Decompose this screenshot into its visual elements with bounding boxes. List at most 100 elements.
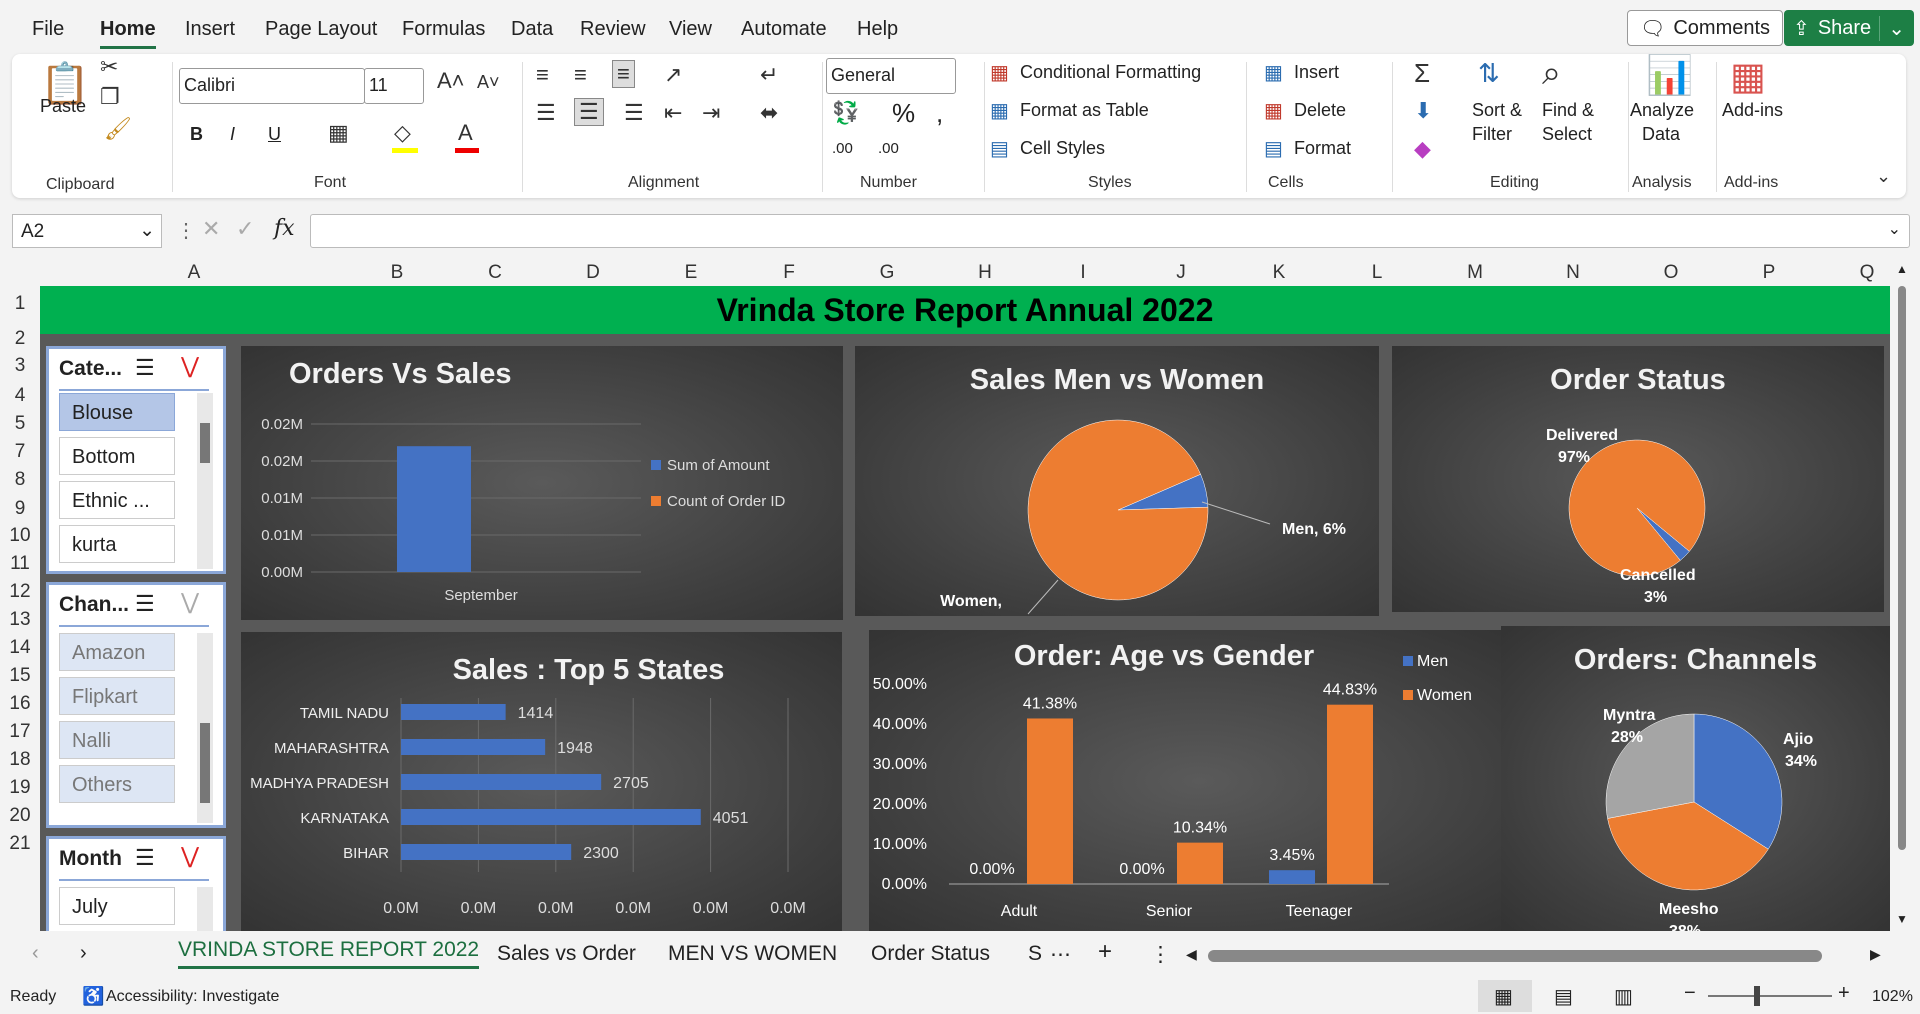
- accounting-format-icon[interactable]: 💱: [832, 100, 859, 126]
- vertical-scroll-thumb[interactable]: [1898, 286, 1906, 850]
- bold-button[interactable]: B: [190, 124, 203, 145]
- fill-icon[interactable]: ⬇: [1414, 98, 1432, 124]
- sort-filter-label-2[interactable]: Filter: [1472, 124, 1512, 145]
- column-header-N[interactable]: N: [1563, 260, 1583, 286]
- insert-function-button[interactable]: fx: [274, 216, 295, 241]
- comma-style-button[interactable]: ,: [936, 98, 943, 129]
- menu-automate[interactable]: Automate: [741, 18, 827, 41]
- clear-filter-icon[interactable]: ⋁: [181, 353, 199, 379]
- font-name-combo[interactable]: Calibri: [179, 68, 365, 104]
- align-middle-icon[interactable]: ≡: [574, 62, 587, 88]
- column-header-F[interactable]: F: [779, 260, 799, 286]
- column-header-P[interactable]: P: [1759, 260, 1779, 286]
- slicer-scrollbar[interactable]: [197, 393, 213, 569]
- slicer-item-amazon[interactable]: Amazon: [59, 633, 175, 671]
- order-status-chart[interactable]: Order Status Delivered 97% Cancelled 3%: [1392, 346, 1884, 612]
- borders-icon[interactable]: ▦: [328, 120, 349, 146]
- top-5-states-chart[interactable]: Sales : Top 5 States 0.0M 0.0M 0.0M 0.0M 0.0…: [241, 632, 842, 931]
- page-break-view-icon[interactable]: ▥: [1614, 984, 1633, 1009]
- column-header-O[interactable]: O: [1661, 260, 1681, 286]
- multi-select-icon[interactable]: ☰: [135, 845, 155, 871]
- column-header-L[interactable]: L: [1367, 260, 1387, 286]
- tab-scroll-left-icon[interactable]: ‹: [32, 942, 39, 965]
- autosum-icon[interactable]: Σ: [1414, 58, 1430, 89]
- chevron-down-icon[interactable]: ⌄: [1879, 15, 1905, 41]
- copy-icon[interactable]: ❐: [100, 84, 120, 110]
- slicer-item-others[interactable]: Others: [59, 765, 175, 803]
- accessibility-status[interactable]: Accessibility: Investigate: [106, 988, 279, 1006]
- enter-icon[interactable]: ✓: [236, 216, 254, 242]
- tab-vrinda-store-report[interactable]: VRINDA STORE REPORT 2022: [178, 938, 480, 969]
- align-left-icon[interactable]: ☰: [536, 100, 556, 126]
- analyze-data-label-2[interactable]: Data: [1642, 124, 1680, 145]
- collapse-ribbon-icon[interactable]: ⌄: [1876, 166, 1891, 187]
- comments-button[interactable]: 🗨 Comments: [1627, 10, 1783, 46]
- column-header-Q[interactable]: Q: [1857, 260, 1877, 286]
- slicer-item-kurta[interactable]: kurta: [59, 525, 175, 563]
- menu-help[interactable]: Help: [857, 18, 898, 41]
- menu-file[interactable]: File: [32, 18, 64, 41]
- analyze-data-label-1[interactable]: Analyze: [1630, 100, 1694, 121]
- tab-truncated[interactable]: S: [1028, 942, 1042, 966]
- clear-icon[interactable]: ◆: [1414, 136, 1431, 162]
- zoom-in-icon[interactable]: +: [1838, 982, 1850, 1005]
- add-ins-button[interactable]: Add-ins: [1722, 100, 1783, 121]
- vertical-scrollbar[interactable]: ▲ ▼: [1892, 260, 1912, 932]
- zoom-out-icon[interactable]: −: [1684, 982, 1696, 1005]
- clear-filter-icon[interactable]: ⋁: [181, 843, 199, 869]
- font-color-icon[interactable]: A: [458, 120, 473, 146]
- slicer-scrollbar[interactable]: [197, 633, 213, 823]
- hscroll-left-icon[interactable]: ◀: [1186, 946, 1197, 963]
- orders-channels-chart[interactable]: Orders: Channels Ajio 34% Meesho 38% Myntra 2…: [1501, 626, 1890, 931]
- column-header-C[interactable]: C: [485, 260, 505, 286]
- clear-filter-icon[interactable]: ⋁: [181, 589, 199, 615]
- decrease-indent-icon[interactable]: ⇤: [664, 100, 682, 126]
- slicer-item-blouse[interactable]: Blouse: [59, 393, 175, 431]
- column-header-D[interactable]: D: [583, 260, 603, 286]
- cancel-icon[interactable]: ✕: [202, 216, 220, 242]
- column-header-I[interactable]: I: [1073, 260, 1093, 286]
- channel-slicer[interactable]: Chan... ☰ ⋁ Amazon Flipkart Nalli Others: [46, 582, 226, 828]
- scroll-down-icon[interactable]: ▼: [1896, 912, 1908, 926]
- column-header-B[interactable]: B: [387, 260, 407, 286]
- percent-style-button[interactable]: %: [892, 98, 915, 129]
- month-slicer[interactable]: Month ☰ ⋁ July: [46, 836, 226, 931]
- column-header-J[interactable]: J: [1171, 260, 1191, 286]
- italic-button[interactable]: I: [230, 124, 235, 145]
- decrease-font-icon[interactable]: A˅: [477, 72, 500, 93]
- tab-men-vs-women[interactable]: MEN VS WOMEN: [668, 942, 837, 966]
- add-sheet-icon[interactable]: +: [1098, 938, 1112, 966]
- decrease-decimal-button[interactable]: .00: [878, 140, 899, 157]
- multi-select-icon[interactable]: ☰: [135, 355, 155, 381]
- delete-cells-button[interactable]: Delete: [1294, 100, 1346, 121]
- menu-view[interactable]: View: [669, 18, 712, 41]
- wrap-text-icon[interactable]: ↵: [760, 62, 778, 88]
- hscroll-right-icon[interactable]: ▶: [1870, 946, 1881, 963]
- conditional-formatting-button[interactable]: Conditional Formatting: [1020, 62, 1201, 83]
- align-top-icon[interactable]: ≡: [536, 62, 549, 88]
- slicer-item-july[interactable]: July: [59, 887, 175, 925]
- column-header-H[interactable]: H: [975, 260, 995, 286]
- age-vs-gender-chart[interactable]: Order: Age vs Gender 50.00% 40.00% 30.00% 2…: [869, 630, 1529, 931]
- find-select-label-2[interactable]: Select: [1542, 124, 1592, 145]
- cut-icon[interactable]: ✂: [100, 54, 118, 80]
- slicer-item-bottom[interactable]: Bottom: [59, 437, 175, 475]
- orientation-icon[interactable]: ↗: [664, 62, 682, 88]
- scroll-up-icon[interactable]: ▲: [1896, 262, 1908, 276]
- align-bottom-icon[interactable]: ≡: [612, 60, 635, 88]
- zoom-slider-thumb[interactable]: [1754, 986, 1760, 1006]
- cell-styles-button[interactable]: Cell Styles: [1020, 138, 1105, 159]
- worksheet[interactable]: Vrinda Store Report Annual 2022 Cate... …: [40, 286, 1890, 931]
- fill-color-icon[interactable]: ◇: [394, 120, 411, 146]
- insert-cells-button[interactable]: Insert: [1294, 62, 1339, 83]
- paste-button[interactable]: Paste: [40, 96, 86, 117]
- zoom-slider-track[interactable]: [1708, 995, 1832, 997]
- format-cells-button[interactable]: Format: [1294, 138, 1351, 159]
- orders-vs-sales-chart[interactable]: Orders Vs Sales 0.02M 0.02M 0.01M 0.01M 0.00…: [241, 346, 843, 620]
- menu-page-layout[interactable]: Page Layout: [265, 18, 377, 41]
- menu-formulas[interactable]: Formulas: [402, 18, 485, 41]
- normal-view-icon[interactable]: ▦: [1494, 984, 1513, 1009]
- menu-review[interactable]: Review: [580, 18, 646, 41]
- row-header-1[interactable]: 1: [0, 286, 40, 321]
- expand-formula-icon[interactable]: ⌄: [1888, 219, 1901, 239]
